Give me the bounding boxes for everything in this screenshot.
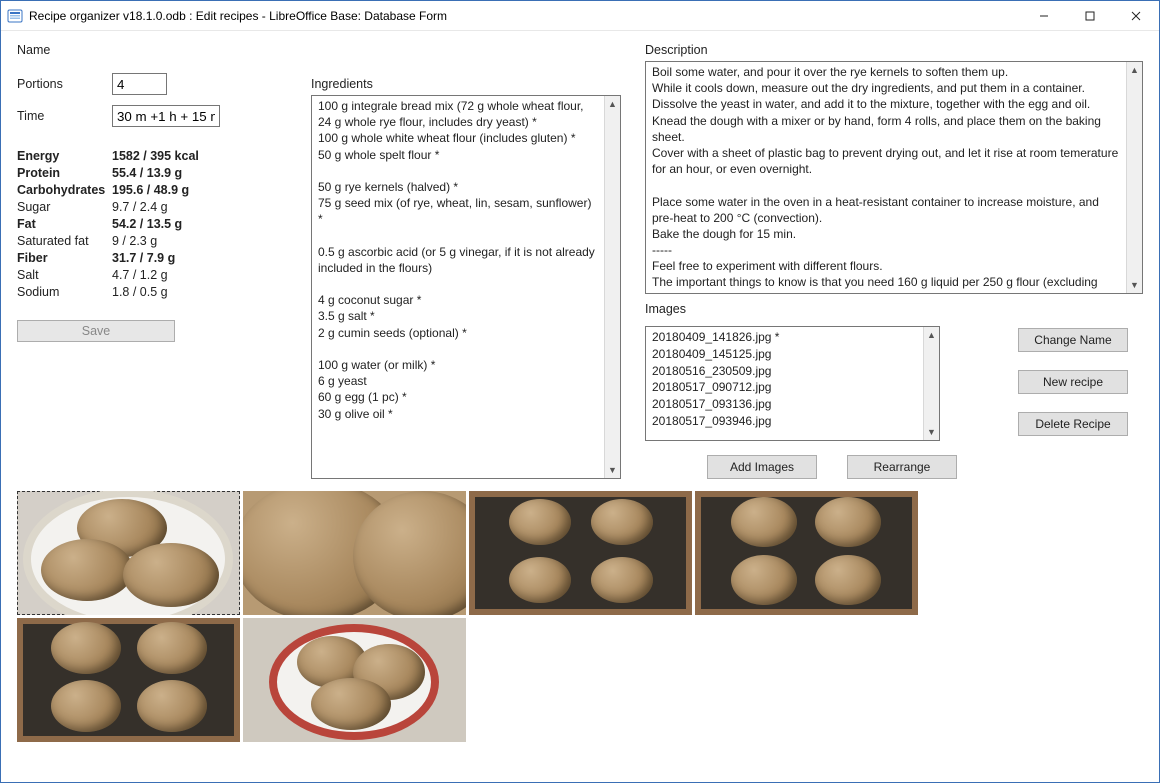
nutrition-key: Saturated fat (17, 234, 112, 248)
database-form-window: Recipe organizer v18.1.0.odb : Edit reci… (0, 0, 1160, 783)
thumbnail[interactable] (17, 491, 240, 615)
scroll-up-icon: ▲ (608, 96, 617, 112)
list-item[interactable]: 20180517_090712.jpg (652, 379, 917, 396)
nutrition-value: 195.6 / 48.9 g (112, 183, 189, 197)
ingredients-label: Ingredients (311, 77, 621, 91)
nutrition-key: Sodium (17, 285, 112, 299)
scrollbar[interactable]: ▲▼ (1126, 62, 1142, 293)
nutrition-value: 1582 / 395 kcal (112, 149, 199, 163)
portions-label: Portions (17, 77, 112, 91)
image-thumbnails (17, 491, 1143, 742)
images-label: Images (645, 302, 1143, 316)
save-button[interactable]: Save (17, 320, 175, 342)
description-label: Description (645, 43, 1143, 57)
new-recipe-button[interactable]: New recipe (1018, 370, 1128, 394)
nutrition-table: Energy1582 / 395 kcalProtein55.4 / 13.9 … (17, 147, 287, 300)
nutrition-row: Salt4.7 / 1.2 g (17, 266, 287, 283)
nutrition-key: Energy (17, 149, 112, 163)
form-body: Name Portions Time Energy1582 / 395 kcal… (1, 31, 1159, 782)
nutrition-key: Salt (17, 268, 112, 282)
list-item[interactable]: 20180517_093946.jpg (652, 413, 917, 430)
window-title: Recipe organizer v18.1.0.odb : Edit reci… (29, 9, 1021, 23)
thumbnail[interactable] (243, 491, 466, 615)
nutrition-key: Protein (17, 166, 112, 180)
nutrition-value: 31.7 / 7.9 g (112, 251, 175, 265)
nutrition-value: 1.8 / 0.5 g (112, 285, 168, 299)
nutrition-key: Carbohydrates (17, 183, 112, 197)
titlebar: Recipe organizer v18.1.0.odb : Edit reci… (1, 1, 1159, 31)
scroll-down-icon: ▼ (1130, 277, 1139, 293)
nutrition-key: Fiber (17, 251, 112, 265)
nutrition-row: Fiber31.7 / 7.9 g (17, 249, 287, 266)
thumbnail[interactable] (695, 491, 918, 615)
nutrition-key: Sugar (17, 200, 112, 214)
time-label: Time (17, 109, 112, 123)
nutrition-row: Energy1582 / 395 kcal (17, 147, 287, 164)
portions-input[interactable] (112, 73, 167, 95)
scrollbar[interactable]: ▲▼ (923, 327, 939, 440)
ingredients-text: 100 g integrale bread mix (72 g whole wh… (312, 96, 604, 478)
nutrition-value: 54.2 / 13.5 g (112, 217, 182, 231)
close-button[interactable] (1113, 1, 1159, 30)
description-text: Boil some water, and pour it over the ry… (646, 62, 1126, 293)
nutrition-value: 4.7 / 1.2 g (112, 268, 168, 282)
thumbnail[interactable] (469, 491, 692, 615)
nutrition-value: 9 / 2.3 g (112, 234, 157, 248)
list-item[interactable]: 20180517_093136.jpg (652, 396, 917, 413)
ingredients-textarea[interactable]: 100 g integrale bread mix (72 g whole wh… (311, 95, 621, 479)
minimize-button[interactable] (1021, 1, 1067, 30)
scroll-down-icon: ▼ (608, 462, 617, 478)
time-input[interactable] (112, 105, 220, 127)
scroll-down-icon: ▼ (927, 424, 936, 440)
rearrange-button[interactable]: Rearrange (847, 455, 957, 479)
base-app-icon (7, 8, 23, 24)
scroll-up-icon: ▲ (927, 327, 936, 343)
change-name-button[interactable]: Change Name (1018, 328, 1128, 352)
images-listbox[interactable]: 20180409_141826.jpg *20180409_145125.jpg… (645, 326, 940, 441)
scrollbar[interactable]: ▲▼ (604, 96, 620, 478)
nutrition-row: Sugar9.7 / 2.4 g (17, 198, 287, 215)
nutrition-key: Fat (17, 217, 112, 231)
nutrition-row: Saturated fat9 / 2.3 g (17, 232, 287, 249)
nutrition-value: 55.4 / 13.9 g (112, 166, 182, 180)
window-buttons (1021, 1, 1159, 30)
nutrition-row: Sodium1.8 / 0.5 g (17, 283, 287, 300)
list-item[interactable]: 20180409_145125.jpg (652, 346, 917, 363)
scroll-up-icon: ▲ (1130, 62, 1139, 78)
delete-recipe-button[interactable]: Delete Recipe (1018, 412, 1128, 436)
description-textarea[interactable]: Boil some water, and pour it over the ry… (645, 61, 1143, 294)
list-item[interactable]: 20180516_230509.jpg (652, 363, 917, 380)
name-label: Name (17, 43, 112, 57)
thumbnail[interactable] (17, 618, 240, 742)
nutrition-row: Fat54.2 / 13.5 g (17, 215, 287, 232)
maximize-button[interactable] (1067, 1, 1113, 30)
nutrition-row: Carbohydrates195.6 / 48.9 g (17, 181, 287, 198)
nutrition-value: 9.7 / 2.4 g (112, 200, 168, 214)
thumbnail[interactable] (243, 618, 466, 742)
add-images-button[interactable]: Add Images (707, 455, 817, 479)
list-item[interactable]: 20180409_141826.jpg * (652, 329, 917, 346)
images-list-items: 20180409_141826.jpg *20180409_145125.jpg… (646, 327, 923, 440)
nutrition-row: Protein55.4 / 13.9 g (17, 164, 287, 181)
